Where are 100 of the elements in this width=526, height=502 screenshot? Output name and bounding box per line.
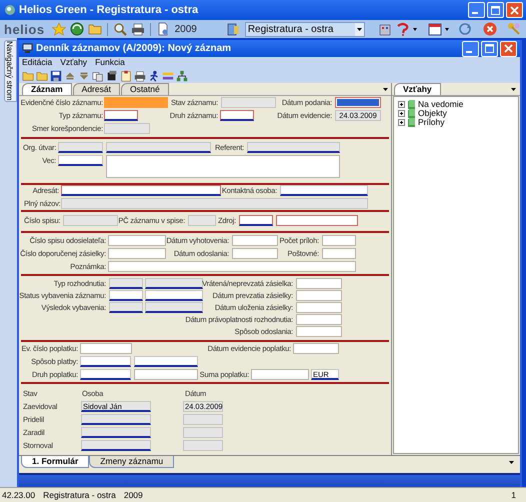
input-field[interactable] (81, 414, 151, 425)
input-field[interactable] (296, 326, 342, 337)
input-field[interactable] (108, 235, 166, 246)
caret-icon (444, 28, 449, 30)
expand-icon[interactable] (398, 119, 405, 126)
close-button[interactable] (506, 2, 523, 18)
maximize-button[interactable] (487, 2, 504, 18)
input-field[interactable] (221, 97, 276, 108)
refresh-button[interactable] (456, 21, 473, 37)
input-field[interactable] (145, 278, 203, 289)
input-field[interactable] (280, 185, 368, 196)
input-field[interactable] (109, 278, 143, 289)
tab[interactable]: Adresát (72, 83, 120, 95)
printer-button[interactable] (130, 21, 146, 37)
input-field[interactable] (251, 369, 309, 380)
input-field[interactable] (80, 356, 131, 367)
close-button[interactable] (500, 40, 517, 56)
input-field[interactable] (61, 185, 221, 196)
status-text: 1 (511, 488, 516, 502)
tree-item[interactable]: Prílohy (418, 118, 444, 127)
menu-item[interactable]: Funkcia (95, 58, 125, 67)
document-title: Denník záznamov (A/2009): Nový záznam (36, 42, 232, 56)
save-button[interactable] (49, 68, 63, 82)
input-field[interactable] (296, 302, 342, 313)
tree-item[interactable]: Na vedomie (418, 100, 464, 109)
input-field[interactable] (81, 427, 151, 438)
tab[interactable]: Záznam (22, 83, 72, 95)
input-field[interactable] (232, 248, 278, 259)
minimize-button[interactable] (462, 40, 479, 56)
stop-button[interactable] (482, 21, 498, 37)
printer-button[interactable] (133, 68, 147, 82)
help-icon (396, 22, 410, 36)
tab[interactable]: 1. Formulár (21, 456, 90, 468)
input-field[interactable] (109, 290, 143, 301)
input-field[interactable] (63, 215, 118, 226)
tab[interactable]: Zmeny záznamu (89, 456, 174, 468)
input-field[interactable] (183, 414, 223, 425)
calendar-button[interactable] (426, 21, 443, 37)
input-field[interactable] (322, 235, 356, 246)
status-text: 2009 (124, 488, 143, 502)
input-field[interactable] (183, 427, 223, 438)
input-field[interactable] (58, 142, 103, 153)
book-button[interactable] (224, 21, 241, 37)
input-field[interactable] (81, 440, 151, 451)
input-field[interactable] (293, 343, 339, 354)
input-field[interactable] (296, 290, 342, 301)
input-field[interactable] (220, 110, 254, 121)
expand-icon[interactable] (398, 110, 405, 117)
year-label: 2009 (174, 22, 197, 36)
input-field[interactable] (104, 97, 168, 108)
input-field[interactable] (183, 440, 223, 451)
tab[interactable]: Ostatné (120, 83, 169, 95)
input-field[interactable] (134, 369, 198, 380)
computer-icon (22, 43, 33, 54)
status-text: Registratura - ostra (43, 488, 116, 502)
tree-item[interactable]: Objekty (418, 109, 447, 118)
copy-icon (92, 70, 104, 82)
maximize-button[interactable] (481, 40, 498, 56)
caret-icon (412, 28, 417, 30)
input-field[interactable] (109, 302, 143, 313)
expand-icon[interactable] (398, 101, 405, 108)
search-button[interactable] (112, 21, 128, 37)
minimize-icon (472, 12, 478, 14)
menu-item[interactable]: Editácia (22, 58, 52, 67)
network-button[interactable] (175, 68, 189, 82)
input-field[interactable] (80, 369, 131, 380)
tab[interactable]: Vzťahy (394, 83, 441, 95)
input-field[interactable] (276, 215, 358, 226)
module-dropdown[interactable]: Registratura - ostra (244, 22, 365, 36)
app-icon (4, 4, 16, 16)
input-field[interactable] (232, 235, 278, 246)
input-field[interactable] (296, 278, 342, 289)
input-field[interactable] (106, 142, 211, 153)
input-field[interactable] (80, 343, 132, 354)
input-field[interactable] (296, 314, 342, 325)
input-field[interactable] (145, 302, 203, 313)
input-field[interactable] (104, 110, 138, 121)
clipboard-button[interactable] (119, 68, 133, 82)
figure-icon (148, 70, 160, 82)
clipboard-icon (120, 70, 132, 82)
input-field[interactable] (188, 215, 216, 226)
input-field[interactable] (134, 356, 198, 367)
input-field[interactable] (108, 248, 166, 259)
input-field[interactable] (247, 142, 340, 153)
input-field[interactable] (58, 155, 103, 166)
folder-icon (88, 22, 102, 36)
minimize-button[interactable] (468, 2, 485, 18)
navigator-tab[interactable]: Navigačný strom (4, 40, 17, 102)
input-field[interactable] (239, 215, 273, 226)
star-button[interactable] (50, 21, 67, 37)
stack-button[interactable] (105, 68, 119, 82)
input-field[interactable] (145, 290, 203, 301)
help-button[interactable] (394, 21, 411, 37)
input-field[interactable] (335, 97, 381, 108)
network-icon (176, 70, 188, 82)
input-field[interactable] (108, 261, 356, 272)
menu-item[interactable]: Vzťahy (60, 58, 88, 67)
input-field[interactable] (61, 198, 368, 209)
input-field[interactable] (104, 123, 150, 134)
input-field[interactable] (322, 248, 356, 259)
